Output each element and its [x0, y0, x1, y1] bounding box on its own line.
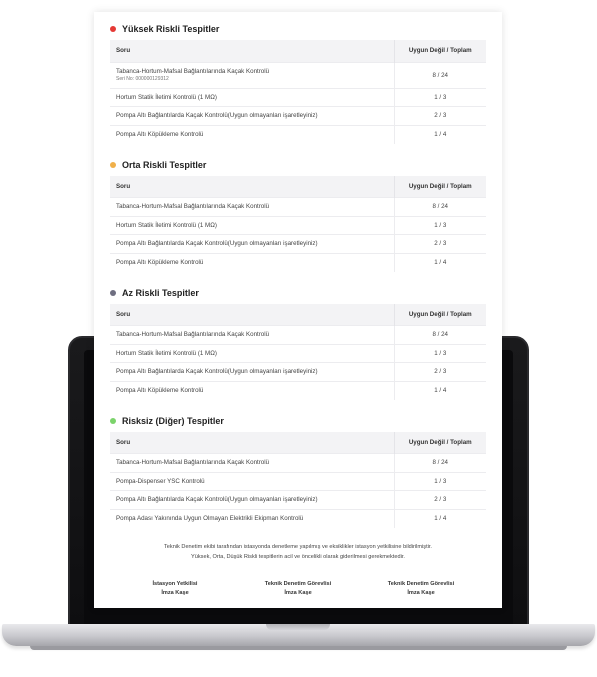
cell-question: Pompa Altı Bağlantılarda Kaçak Kontrolü(… [110, 106, 394, 125]
cell-ratio: 1 / 3 [393, 87, 486, 107]
section-medium-risk: Orta Riskli Tespitler Soru Uygun Değil /… [110, 158, 486, 272]
section-title-text: Orta Riskli Tespitler [122, 159, 207, 170]
no-risk-dot-icon [110, 417, 116, 424]
section-low-risk: Az Riskli Tespitler Soru Uygun Değil / T… [110, 286, 486, 400]
cell-question: Hortum Statik İletimi Kontrolü (1 MΩ) [110, 343, 394, 363]
section-title: Az Riskli Tespitler [110, 286, 486, 300]
section-title-text: Risksiz (Diğer) Tespitler [122, 415, 224, 426]
cell-ratio: 8 / 24 [393, 325, 486, 344]
cell-ratio: 1 / 3 [393, 471, 486, 491]
cell-question: Tabanca-Hortum-Mafsal Bağlantılarında Ka… [110, 197, 394, 216]
column-header-question: Soru [116, 182, 131, 190]
column-header-question: Soru [116, 310, 131, 318]
findings-table: Soru Uygun Değil / Toplam Tabanca-Hortum… [110, 431, 486, 528]
column-header-ratio: Uygun Değil / Toplam [393, 431, 486, 454]
table-header-row: Soru Uygun Değil / Toplam [110, 303, 486, 326]
footer-note-line: Teknik Denetim ekibi tarafından istasyon… [164, 543, 432, 550]
signature-label: İmza Kaşe [407, 589, 435, 596]
cell-question: Tabanca-Hortum-Mafsal Bağlantılarında Ka… [110, 325, 394, 344]
findings-table: Soru Uygun Değil / Toplam Tabanca-Hortum… [110, 303, 486, 400]
column-header-ratio: Uygun Değil / Toplam [393, 175, 486, 198]
cell-question: Tabanca-Hortum-Mafsal Bağlantılarında Ka… [110, 61, 394, 88]
footer-note: Teknik Denetim ekibi tarafından istasyon… [110, 542, 486, 562]
signature-role: Teknik Denetim Görevlisi [387, 580, 455, 587]
medium-risk-dot-icon [110, 161, 116, 168]
section-title: Risksiz (Diğer) Tespitler [110, 414, 486, 428]
footer-note-line: Yüksek, Orta, Düşük Riskli tespitlerin a… [191, 553, 405, 560]
findings-table: Soru Uygun Değil / Toplam Tabanca-Hortum… [110, 40, 486, 144]
question-text: Tabanca-Hortum-Mafsal Bağlantılarında Ka… [116, 68, 270, 75]
table-row: Pompa Altı Köpükleme Kontrolü 1 / 4 [110, 380, 486, 400]
table-row: Pompa Altı Bağlantılarda Kaçak Kontrolü(… [110, 362, 486, 381]
cell-ratio: 1 / 3 [393, 343, 486, 363]
cell-question: Pompa Altı Bağlantılarda Kaçak Kontrolü(… [110, 362, 394, 381]
cell-question: Pompa Altı Bağlantılarda Kaçak Kontrolü(… [110, 490, 394, 509]
cell-question: Pompa Altı Köpükleme Kontrolü [110, 252, 394, 272]
laptop-notch [266, 624, 330, 630]
cell-ratio: 2 / 3 [393, 106, 486, 125]
cell-ratio: 2 / 3 [393, 490, 486, 509]
table-row: Pompa-Dispenser YSC Kontrolü 1 / 3 [110, 471, 486, 491]
table-row: Hortum Statik İletimi Kontrolü (1 MΩ) 1 … [110, 215, 486, 235]
table-row: Hortum Statik İletimi Kontrolü (1 MΩ) 1 … [110, 87, 486, 107]
cell-ratio: 8 / 24 [393, 453, 486, 472]
cell-ratio: 1 / 4 [393, 252, 486, 272]
cell-question: Pompa Altı Bağlantılarda Kaçak Kontrolü(… [110, 234, 394, 253]
laptop-foot [30, 646, 567, 650]
cell-ratio: 1 / 3 [393, 215, 486, 235]
cell-question: Hortum Statik İletimi Kontrolü (1 MΩ) [110, 215, 394, 235]
column-header-question: Soru [116, 47, 131, 55]
cell-ratio: 2 / 3 [393, 362, 486, 381]
table-row: Tabanca-Hortum-Mafsal Bağlantılarında Ka… [110, 197, 486, 216]
table-row: Tabanca-Hortum-Mafsal Bağlantılarında Ka… [110, 61, 486, 88]
cell-question: Pompa-Dispenser YSC Kontrolü [110, 471, 394, 491]
section-high-risk: Yüksek Riskli Tespitler Soru Uygun Değil… [110, 22, 486, 144]
cell-ratio: 1 / 4 [393, 124, 486, 144]
table-header-row: Soru Uygun Değil / Toplam [110, 40, 486, 62]
cell-question: Pompa Adası Yakınında Uygun Olmayan Elek… [110, 508, 394, 528]
cell-question: Pompa Altı Köpükleme Kontrolü [110, 380, 394, 400]
serial-number: Seri No: 000000129312 [116, 76, 169, 82]
table-header-row: Soru Uygun Değil / Toplam [110, 431, 486, 454]
section-title: Orta Riskli Tespitler [110, 158, 486, 172]
cell-ratio: 2 / 3 [393, 234, 486, 253]
findings-table: Soru Uygun Değil / Toplam Tabanca-Hortum… [110, 175, 486, 272]
signature-station-official: İstasyon Yetkilisi İmza Kaşe [130, 580, 220, 598]
signature-block: İstasyon Yetkilisi İmza Kaşe Teknik Dene… [110, 580, 486, 598]
signature-role: İstasyon Yetkilisi [152, 580, 198, 587]
table-row: Tabanca-Hortum-Mafsal Bağlantılarında Ka… [110, 325, 486, 344]
table-row: Pompa Altı Köpükleme Kontrolü 1 / 4 [110, 252, 486, 272]
table-row: Pompa Adası Yakınında Uygun Olmayan Elek… [110, 508, 486, 528]
table-row: Pompa Altı Bağlantılarda Kaçak Kontrolü(… [110, 106, 486, 125]
cell-question: Tabanca-Hortum-Mafsal Bağlantılarında Ka… [110, 453, 394, 472]
table-header-row: Soru Uygun Değil / Toplam [110, 175, 486, 198]
section-title: Yüksek Riskli Tespitler [110, 22, 486, 36]
signature-label: İmza Kaşe [284, 589, 312, 596]
cell-ratio: 1 / 4 [393, 380, 486, 400]
high-risk-dot-icon [110, 26, 116, 32]
signature-label: İmza Kaşe [161, 589, 189, 596]
cell-ratio: 8 / 24 [393, 197, 486, 216]
column-header-question: Soru [116, 438, 131, 446]
signature-role: Teknik Denetim Görevlisi [264, 580, 332, 587]
cell-ratio: 1 / 4 [393, 508, 486, 528]
section-title-text: Yüksek Riskli Tespitler [122, 24, 220, 34]
cell-ratio: 8 / 24 [393, 61, 486, 88]
table-row: Tabanca-Hortum-Mafsal Bağlantılarında Ka… [110, 453, 486, 472]
table-row: Pompa Altı Bağlantılarda Kaçak Kontrolü(… [110, 490, 486, 509]
table-row: Pompa Altı Köpükleme Kontrolü 1 / 4 [110, 124, 486, 144]
signature-inspector-2: Teknik Denetim Görevlisi İmza Kaşe [376, 580, 466, 598]
low-risk-dot-icon [110, 289, 116, 296]
table-row: Hortum Statik İletimi Kontrolü (1 MΩ) 1 … [110, 343, 486, 363]
cell-question: Hortum Statik İletimi Kontrolü (1 MΩ) [110, 87, 394, 107]
table-row: Pompa Altı Bağlantılarda Kaçak Kontrolü(… [110, 234, 486, 253]
cell-question: Pompa Altı Köpükleme Kontrolü [110, 124, 394, 144]
section-no-risk: Risksiz (Diğer) Tespitler Soru Uygun Değ… [110, 414, 486, 528]
column-header-ratio: Uygun Değil / Toplam [393, 303, 486, 326]
signature-inspector-1: Teknik Denetim Görevlisi İmza Kaşe [253, 580, 343, 598]
column-header-ratio: Uygun Değil / Toplam [393, 40, 486, 62]
report-sheet: Yüksek Riskli Tespitler Soru Uygun Değil… [94, 12, 502, 608]
section-title-text: Az Riskli Tespitler [122, 287, 199, 298]
